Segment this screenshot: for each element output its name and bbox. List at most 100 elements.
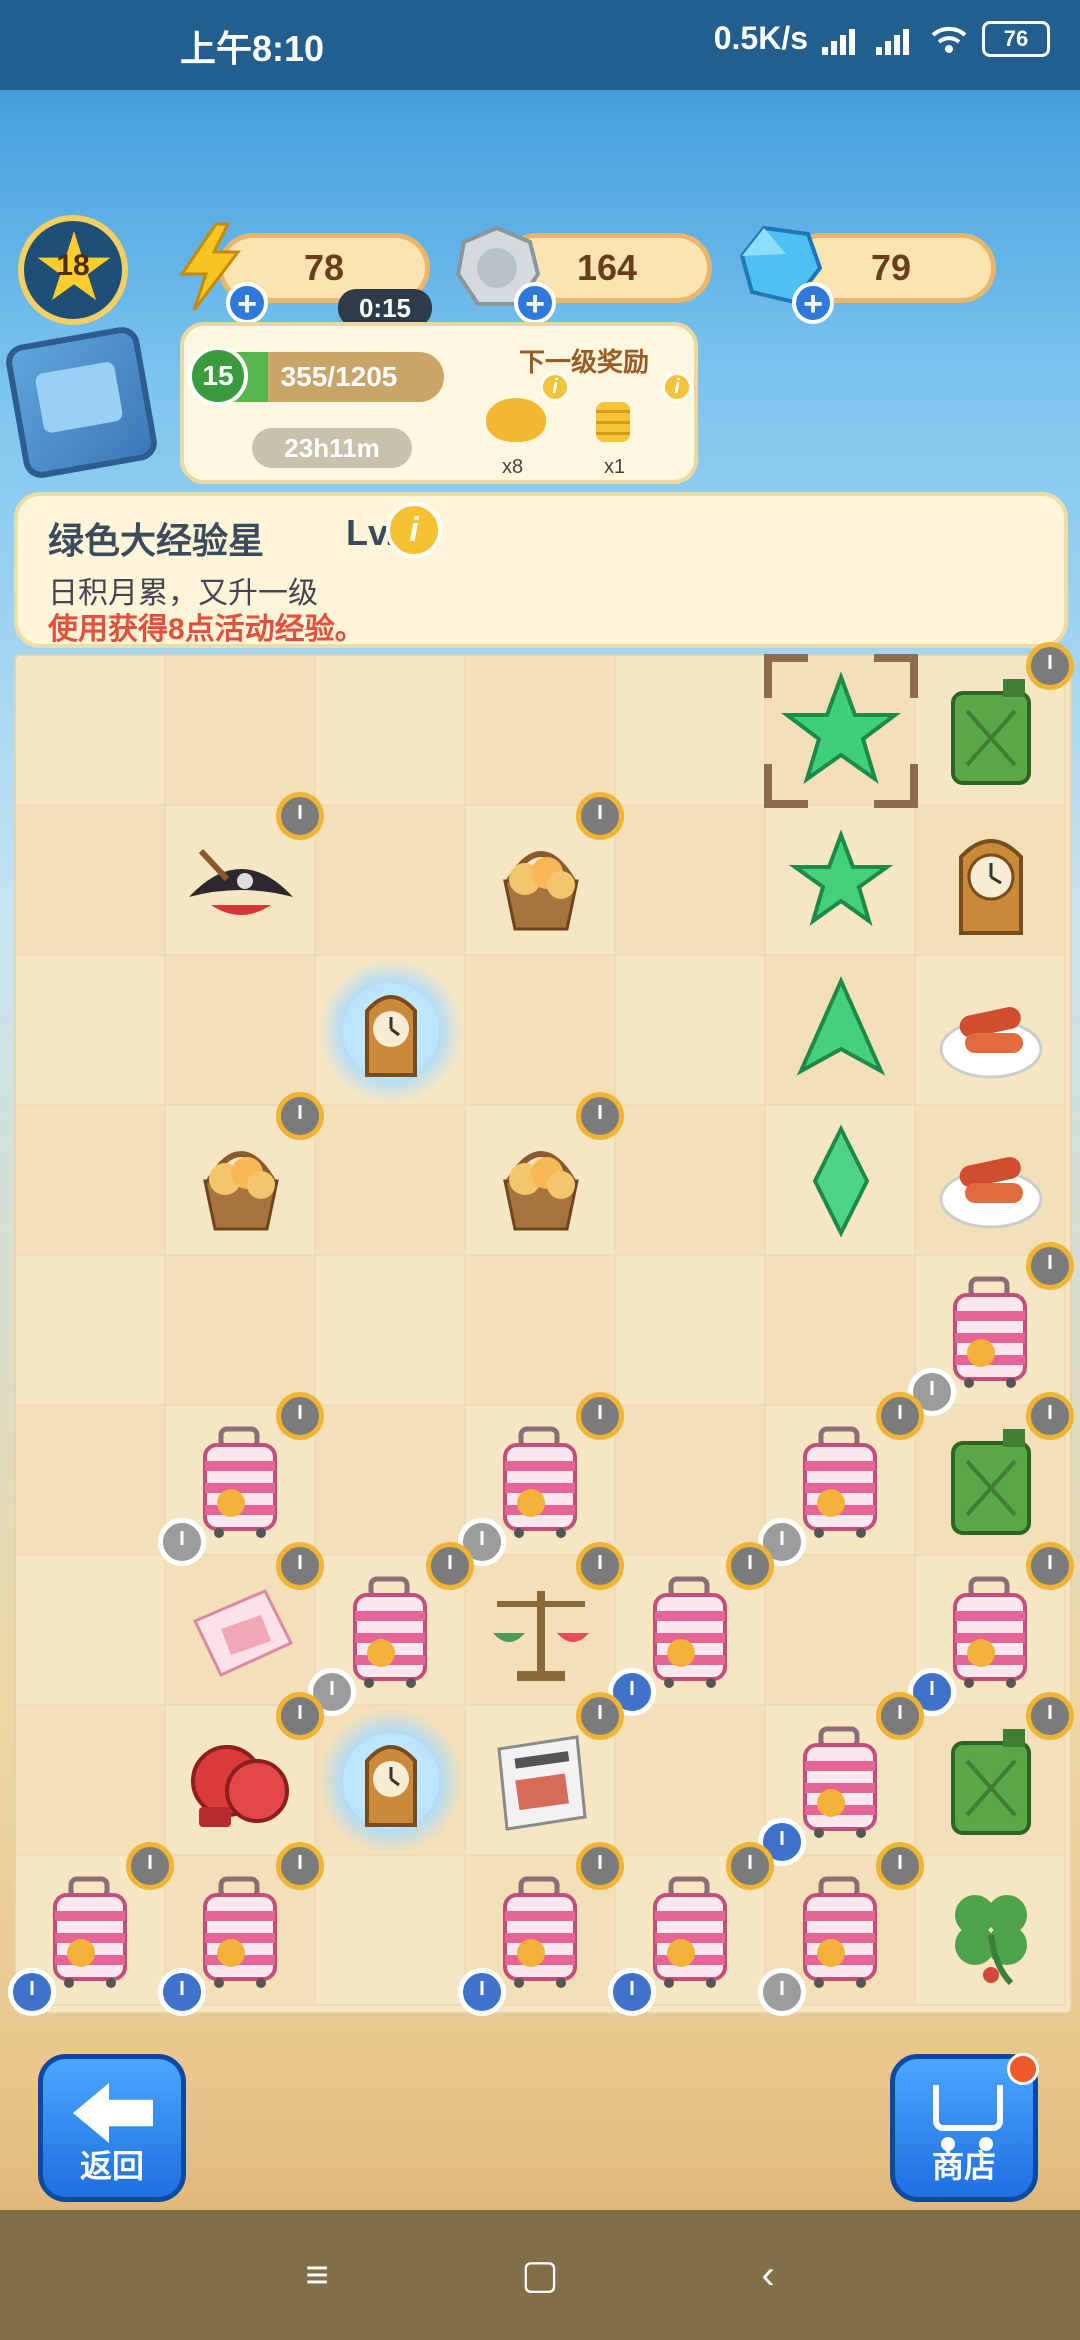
add-silver-button[interactable]: + [514, 282, 556, 324]
back-nav-icon[interactable]: ‹ [743, 2250, 793, 2300]
board-item[interactable] [766, 806, 916, 956]
status-time: 上午8:10 [180, 28, 325, 69]
board-item[interactable] [158, 1392, 324, 1566]
player-level-badge[interactable]: 18 [18, 215, 128, 325]
four-leaf-clover-icon [955, 1895, 1027, 1986]
quest-book-icon[interactable] [3, 324, 160, 481]
pink-suitcase-icon [953, 1276, 1027, 1388]
board-item[interactable] [458, 1842, 624, 2016]
board-item[interactable] [916, 642, 1074, 806]
pink-suitcase-icon [953, 1576, 1027, 1688]
board-cell[interactable] [166, 1256, 316, 1406]
board-cell[interactable] [316, 1856, 466, 2006]
clock-badge-icon [576, 1392, 624, 1440]
board-cell[interactable] [166, 656, 316, 806]
board-item[interactable] [466, 1542, 624, 1706]
board-cell[interactable] [16, 1106, 166, 1256]
board-item[interactable] [908, 1242, 1074, 1416]
timer-badge-icon [8, 1968, 56, 2016]
selection-corner [874, 764, 918, 808]
board-item[interactable] [758, 1692, 924, 1866]
board-item[interactable] [166, 792, 324, 956]
board-cell[interactable] [616, 656, 766, 806]
board-item[interactable] [308, 1542, 474, 1716]
shop-button[interactable]: 商店 [890, 2053, 1039, 2202]
timer-badge-icon [158, 1968, 206, 2016]
board-item[interactable] [916, 1392, 1074, 1556]
add-gems-button[interactable]: + [792, 282, 834, 324]
gem-value: 79 [870, 247, 912, 288]
board-item[interactable] [8, 1842, 174, 2016]
board-item[interactable] [766, 1106, 916, 1256]
board-cell[interactable] [466, 656, 616, 806]
board-item[interactable] [316, 956, 466, 1106]
board-item[interactable] [916, 1106, 1066, 1256]
selection-corner [764, 764, 808, 808]
board-item[interactable] [158, 1842, 324, 2016]
board-item[interactable] [608, 1542, 774, 1716]
status-indicators: 0.5K/s 76 [714, 20, 1050, 57]
board-cell[interactable] [16, 1706, 166, 1856]
board-cell[interactable] [16, 1406, 166, 1556]
board-cell[interactable] [16, 1256, 166, 1406]
board-cell[interactable] [316, 1256, 466, 1406]
board-item[interactable] [166, 1092, 324, 1256]
back-button[interactable]: 返回 [38, 2054, 186, 2202]
cart-icon [933, 2085, 1003, 2131]
board-cell[interactable] [616, 1406, 766, 1556]
board-item[interactable] [166, 1692, 324, 1856]
board-cell[interactable] [616, 1256, 766, 1406]
info-icon[interactable]: i [386, 502, 442, 558]
board-item[interactable] [458, 1392, 624, 1566]
event-exp-panel[interactable]: 15 355/1205 23h11m 下一级奖励 i i x8 x1 [180, 322, 698, 484]
event-time-left: 23h11m [252, 428, 412, 468]
board-cell[interactable] [166, 956, 316, 1106]
board-cell[interactable] [16, 1556, 166, 1706]
board-item[interactable] [166, 1542, 324, 1706]
board-cell[interactable] [316, 656, 466, 806]
green-star-icon [788, 829, 894, 926]
board-item[interactable] [908, 1542, 1074, 1716]
info-icon[interactable]: i [662, 372, 692, 402]
pink-suitcase-icon [503, 1426, 577, 1538]
system-nav-bar: ≡ ▢ ‹ [0, 2210, 1080, 2340]
pink-suitcase-icon [353, 1576, 427, 1688]
board-cell[interactable] [16, 956, 166, 1106]
board-cell[interactable] [316, 1106, 466, 1256]
sausage-plate-icon [939, 1157, 1043, 1229]
board-item[interactable] [466, 1692, 624, 1856]
board-cell[interactable] [316, 806, 466, 956]
board-cell[interactable] [766, 1256, 916, 1406]
add-energy-button[interactable]: + [226, 282, 268, 324]
board-cell[interactable] [616, 1106, 766, 1256]
menu-icon[interactable]: ≡ [292, 2250, 342, 2300]
home-icon[interactable]: ▢ [515, 2250, 565, 2300]
board-item[interactable] [764, 654, 918, 808]
clock-badge-icon [726, 1542, 774, 1590]
board-cell[interactable] [316, 1406, 466, 1556]
board-item[interactable] [608, 1842, 774, 2016]
reward-count-piggy: x8 [502, 456, 524, 478]
board-cell[interactable] [616, 806, 766, 956]
silver-value: 164 [576, 247, 638, 288]
board-cell[interactable] [766, 1556, 916, 1706]
board-cell[interactable] [616, 956, 766, 1106]
board-item[interactable] [916, 1856, 1066, 2006]
board-cell[interactable] [16, 806, 166, 956]
board-cell[interactable] [466, 956, 616, 1106]
board-item[interactable] [466, 792, 624, 956]
board-item[interactable] [766, 956, 916, 1106]
board-item[interactable] [466, 1092, 624, 1256]
board-item[interactable] [916, 806, 1066, 956]
board-item[interactable] [916, 1692, 1074, 1856]
board-item[interactable] [916, 956, 1066, 1106]
pink-suitcase-icon [503, 1876, 577, 1988]
board-cell[interactable] [466, 1256, 616, 1406]
board-cell[interactable] [616, 1706, 766, 1856]
board-cell[interactable] [16, 656, 166, 806]
board-item[interactable] [316, 1706, 466, 1856]
clock-badge-icon [276, 1092, 324, 1140]
info-icon[interactable]: i [540, 372, 570, 402]
board-item[interactable] [758, 1392, 924, 1566]
board-item[interactable] [758, 1842, 924, 2016]
